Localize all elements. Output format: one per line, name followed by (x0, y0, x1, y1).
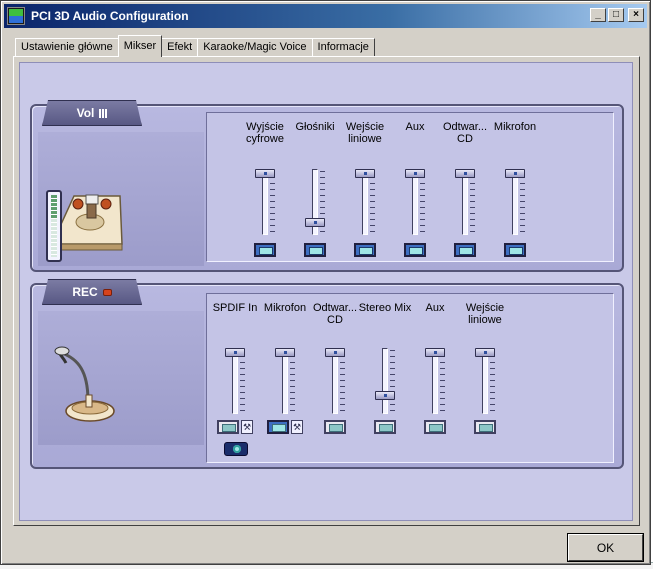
channel-label: Wejście liniowe (345, 121, 385, 145)
channel-label: Aux (425, 302, 445, 314)
mute-toggle[interactable] (354, 243, 376, 257)
rec-select-toggle[interactable] (424, 420, 446, 434)
volume-slider[interactable] (255, 169, 275, 235)
vol-header: Vol (42, 100, 142, 126)
slider-thumb[interactable] (305, 218, 325, 227)
volume-slider[interactable] (305, 169, 325, 235)
slider-thumb[interactable] (325, 348, 345, 357)
window-title: PCI 3D Audio Configuration (31, 9, 189, 23)
slider-thumb[interactable] (375, 391, 395, 400)
channel-aux: Aux (387, 121, 443, 257)
mute-toggle[interactable] (304, 243, 326, 257)
mute-toggle[interactable] (454, 243, 476, 257)
rec-slider[interactable] (325, 348, 345, 414)
rec-select-toggle[interactable] (267, 420, 289, 434)
slider-thumb[interactable] (355, 169, 375, 178)
rec-select-group: ⚒ (267, 420, 303, 436)
rec-channel-aux: Aux (407, 302, 463, 434)
playback-panel: Vol Wyjście cyfrowe Głośniki Wejście lin… (30, 100, 624, 272)
recording-picture (38, 311, 204, 445)
slider-thumb[interactable] (455, 169, 475, 178)
rec-channel-spdif-in: SPDIF In ⚒ (207, 302, 263, 434)
tab-karaoke-magic-voice[interactable]: Karaoke/Magic Voice (197, 38, 313, 57)
rec-select-group: ⚒ (217, 420, 253, 436)
rec-slider[interactable] (275, 348, 295, 414)
maximize-button[interactable]: □ (608, 8, 624, 22)
tab-informacje[interactable]: Informacje (311, 38, 375, 57)
volume-slider[interactable] (455, 169, 475, 235)
close-button[interactable]: × (628, 8, 644, 22)
rec-select-toggle[interactable] (474, 420, 496, 434)
rec-select-toggle[interactable] (217, 420, 239, 434)
tab-strip: Ustawienie główne Mikser Efekt Karaoke/M… (15, 35, 375, 57)
title-bar[interactable]: PCI 3D Audio Configuration _ □ × (4, 4, 647, 28)
channel-label: Wejście liniowe (465, 302, 505, 326)
wrench-icon[interactable]: ⚒ (241, 420, 253, 434)
channel-label: Odtwar... CD (442, 121, 488, 145)
channel-label: Mikrofon (263, 302, 307, 314)
rec-slider[interactable] (475, 348, 495, 414)
rec-label: REC (72, 285, 98, 299)
mixer-content: Vol Wyjście cyfrowe Głośniki Wejście lin… (19, 62, 633, 521)
volume-slider[interactable] (405, 169, 425, 235)
volume-bars-icon (99, 108, 108, 118)
ok-button[interactable]: OK (568, 534, 643, 561)
rec-channel-wejscie-liniowe: Wejście liniowe (457, 302, 513, 434)
wrench-icon[interactable]: ⚒ (291, 420, 303, 434)
rec-slider[interactable] (225, 348, 245, 414)
channel-wyjscie-cyfrowe: Wyjście cyfrowe (237, 121, 293, 257)
slider-thumb[interactable] (255, 169, 275, 178)
channel-label: Aux (405, 121, 425, 133)
playback-picture (38, 132, 204, 266)
channel-label: Stereo Mix (358, 302, 412, 314)
slider-thumb[interactable] (475, 348, 495, 357)
rec-select-toggle[interactable] (324, 420, 346, 434)
channel-label: Mikrofon (493, 121, 537, 133)
mute-toggle[interactable] (254, 243, 276, 257)
monitor-eye-icon[interactable] (224, 442, 248, 456)
rec-header: REC (42, 279, 142, 305)
audio-config-window: PCI 3D Audio Configuration _ □ × Ustawie… (0, 0, 651, 565)
tab-efekt[interactable]: Efekt (161, 38, 199, 57)
rec-slider[interactable] (375, 348, 395, 414)
minimize-button[interactable]: _ (590, 8, 606, 22)
recording-panel: REC SPDIF In ⚒ Mikrofon ⚒ Odtwar... CD S… (30, 279, 624, 469)
channel-label: Wyjście cyfrowe (246, 121, 284, 145)
channel-label: SPDIF In (212, 302, 258, 314)
tab-mikser[interactable]: Mikser (117, 35, 163, 57)
mixer-tab-panel: Vol Wyjście cyfrowe Głośniki Wejście lin… (13, 56, 640, 526)
rec-channel-stereo-mix: Stereo Mix (357, 302, 413, 434)
slider-thumb[interactable] (505, 169, 525, 178)
mute-toggle[interactable] (404, 243, 426, 257)
title-buttons: _ □ × (590, 8, 644, 22)
recording-channels: SPDIF In ⚒ Mikrofon ⚒ Odtwar... CD Stere… (206, 293, 614, 463)
tab-ustawienie-glowne[interactable]: Ustawienie główne (15, 38, 119, 57)
rec-channel-odtwarzacz-cd: Odtwar... CD (307, 302, 363, 434)
rec-channel-mikrofon: Mikrofon ⚒ (257, 302, 313, 434)
microphone-icon (54, 346, 115, 422)
channel-wejscie-liniowe: Wejście liniowe (337, 121, 393, 257)
slider-thumb[interactable] (425, 348, 445, 357)
volume-slider[interactable] (355, 169, 375, 235)
record-dot-icon (102, 288, 112, 296)
slider-thumb[interactable] (225, 348, 245, 357)
channel-odtwarzacz-cd: Odtwar... CD (437, 121, 493, 257)
channel-label: Odtwar... CD (312, 302, 358, 326)
channel-glosniki: Głośniki (287, 121, 343, 257)
mute-toggle[interactable] (504, 243, 526, 257)
playback-channels: Wyjście cyfrowe Głośniki Wejście liniowe (206, 112, 614, 262)
slider-thumb[interactable] (405, 169, 425, 178)
volume-slider[interactable] (505, 169, 525, 235)
rec-slider[interactable] (425, 348, 445, 414)
app-logo-icon (7, 7, 25, 25)
slider-thumb[interactable] (275, 348, 295, 357)
speaker-stage-icon (49, 194, 123, 251)
channel-label: Głośniki (295, 121, 335, 133)
vu-meter (46, 190, 62, 262)
rec-select-toggle[interactable] (374, 420, 396, 434)
channel-mikrofon: Mikrofon (487, 121, 543, 257)
vol-label: Vol (76, 106, 95, 120)
